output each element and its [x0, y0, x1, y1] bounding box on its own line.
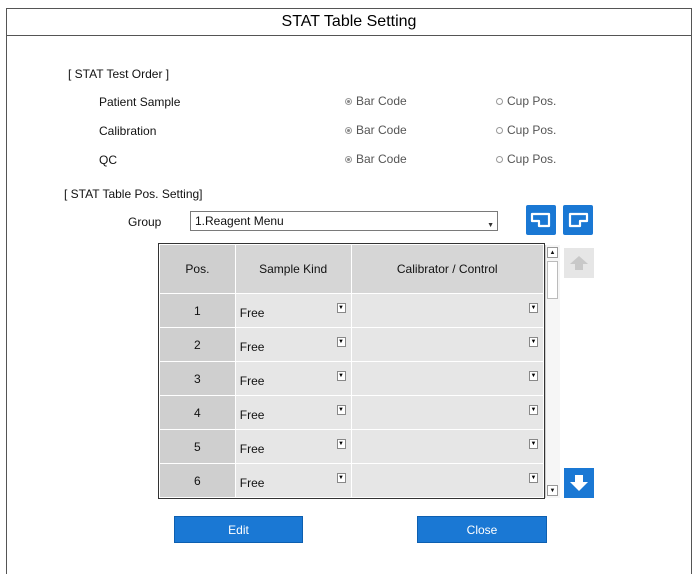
scroll-up-icon[interactable]: ▲ [547, 247, 558, 258]
sample-kind-dropdown[interactable]: Free ▼ [234, 395, 352, 430]
test-order-heading: [ STAT Test Order ] [68, 67, 170, 81]
chevron-down-icon[interactable]: ▼ [336, 337, 346, 347]
calibrator-dropdown[interactable]: ▼ [350, 429, 545, 464]
sample-kind-dropdown[interactable]: Free ▼ [234, 429, 352, 464]
chevron-down-icon[interactable]: ▼ [529, 371, 538, 381]
radio-empty-icon [496, 126, 503, 134]
arrow-up-icon [570, 256, 588, 270]
table-row[interactable]: 3 Free ▼ ▼ [159, 361, 545, 396]
chevron-down-icon[interactable]: ▼ [529, 337, 538, 347]
radio-selected-icon [345, 126, 352, 134]
radio-label: Bar Code [356, 152, 407, 166]
table-row[interactable]: 4 Free ▼ ▼ [159, 395, 545, 430]
edit-button[interactable]: Edit [174, 516, 303, 543]
table-row[interactable]: 2 Free ▼ ▼ [159, 327, 545, 362]
table-scrollbar[interactable]: ▲ ▼ [545, 245, 560, 498]
table-row[interactable]: 1 Free ▼ ▼ [159, 293, 545, 328]
radio-label: Cup Pos. [507, 123, 557, 137]
page-up-button[interactable] [564, 248, 594, 278]
calibration-cuppos-radio[interactable]: Cup Pos. [496, 123, 556, 137]
pos-setting-heading: [ STAT Table Pos. Setting] [64, 187, 203, 201]
sample-kind-dropdown[interactable]: Free ▼ [234, 361, 352, 396]
calibration-barcode-radio[interactable]: Bar Code [345, 123, 407, 137]
table-header-row: Pos. Sample Kind Calibrator / Control [159, 244, 545, 294]
sample-kind-value: Free [239, 442, 265, 456]
group-select[interactable]: 1.Reagent Menu ▼ [190, 211, 498, 231]
calibrator-dropdown[interactable]: ▼ [350, 395, 545, 430]
sample-kind-value: Free [239, 408, 265, 422]
calibrator-dropdown[interactable]: ▼ [350, 361, 545, 396]
sample-kind-dropdown[interactable]: Free ▼ [234, 463, 352, 498]
chevron-down-icon[interactable]: ▼ [529, 439, 538, 449]
move-right-button[interactable] [563, 205, 593, 235]
qc-barcode-radio[interactable]: Bar Code [345, 152, 407, 166]
radio-label: Bar Code [356, 94, 407, 108]
patient-sample-cuppos-radio[interactable]: Cup Pos. [496, 94, 556, 108]
chevron-down-icon[interactable]: ▼ [336, 405, 346, 415]
chevron-down-icon[interactable]: ▼ [529, 405, 538, 415]
stat-position-table: Pos. Sample Kind Calibrator / Control 1 … [159, 244, 545, 498]
qc-label: QC [99, 153, 117, 167]
header-sample-kind: Sample Kind [234, 244, 352, 294]
chevron-down-icon[interactable]: ▼ [529, 473, 538, 483]
patient-sample-label: Patient Sample [99, 95, 181, 109]
close-button[interactable]: Close [417, 516, 547, 543]
calibrator-dropdown[interactable]: ▼ [350, 463, 545, 498]
sample-kind-value: Free [239, 306, 265, 320]
scrollbar-thumb[interactable] [547, 261, 558, 299]
sample-kind-value: Free [239, 476, 265, 490]
patient-sample-barcode-radio[interactable]: Bar Code [345, 94, 407, 108]
table-row[interactable]: 6 Free ▼ ▼ [159, 463, 545, 498]
chevron-down-icon[interactable]: ▼ [529, 303, 538, 313]
sample-kind-dropdown[interactable]: Free ▼ [234, 293, 352, 328]
chevron-down-icon[interactable]: ▼ [336, 439, 346, 449]
header-pos: Pos. [159, 244, 236, 294]
pos-cell: 6 [159, 463, 236, 498]
sample-kind-value: Free [239, 374, 265, 388]
move-left-button[interactable] [526, 205, 556, 235]
scroll-down-icon[interactable]: ▼ [547, 485, 558, 496]
chevron-down-icon[interactable]: ▼ [336, 371, 346, 381]
chevron-down-icon[interactable]: ▼ [336, 303, 346, 313]
pos-cell: 4 [159, 395, 236, 430]
pos-cell: 1 [159, 293, 236, 328]
qc-cuppos-radio[interactable]: Cup Pos. [496, 152, 556, 166]
radio-label: Cup Pos. [507, 152, 557, 166]
sample-kind-value: Free [239, 340, 265, 354]
chevron-down-icon: ▼ [487, 222, 494, 229]
radio-selected-icon [345, 155, 352, 163]
calibration-label: Calibration [99, 124, 157, 138]
chevron-down-icon[interactable]: ▼ [336, 473, 346, 483]
pos-cell: 3 [159, 361, 236, 396]
table-row[interactable]: 5 Free ▼ ▼ [159, 429, 545, 464]
radio-selected-icon [345, 97, 352, 105]
calibrator-dropdown[interactable]: ▼ [350, 293, 545, 328]
hand-right-icon [568, 212, 589, 228]
group-select-value: 1.Reagent Menu [195, 214, 284, 228]
header-calibrator-control: Calibrator / Control [350, 244, 545, 294]
hand-left-icon [530, 212, 551, 228]
page-down-button[interactable] [564, 468, 594, 498]
calibrator-dropdown[interactable]: ▼ [350, 327, 545, 362]
pos-cell: 5 [159, 429, 236, 464]
window-title: STAT Table Setting [7, 9, 691, 36]
arrow-down-icon [570, 475, 588, 491]
radio-label: Cup Pos. [507, 94, 557, 108]
radio-empty-icon [496, 97, 503, 105]
radio-empty-icon [496, 155, 503, 163]
group-label: Group [128, 215, 162, 229]
radio-label: Bar Code [356, 123, 407, 137]
sample-kind-dropdown[interactable]: Free ▼ [234, 327, 352, 362]
pos-cell: 2 [159, 327, 236, 362]
